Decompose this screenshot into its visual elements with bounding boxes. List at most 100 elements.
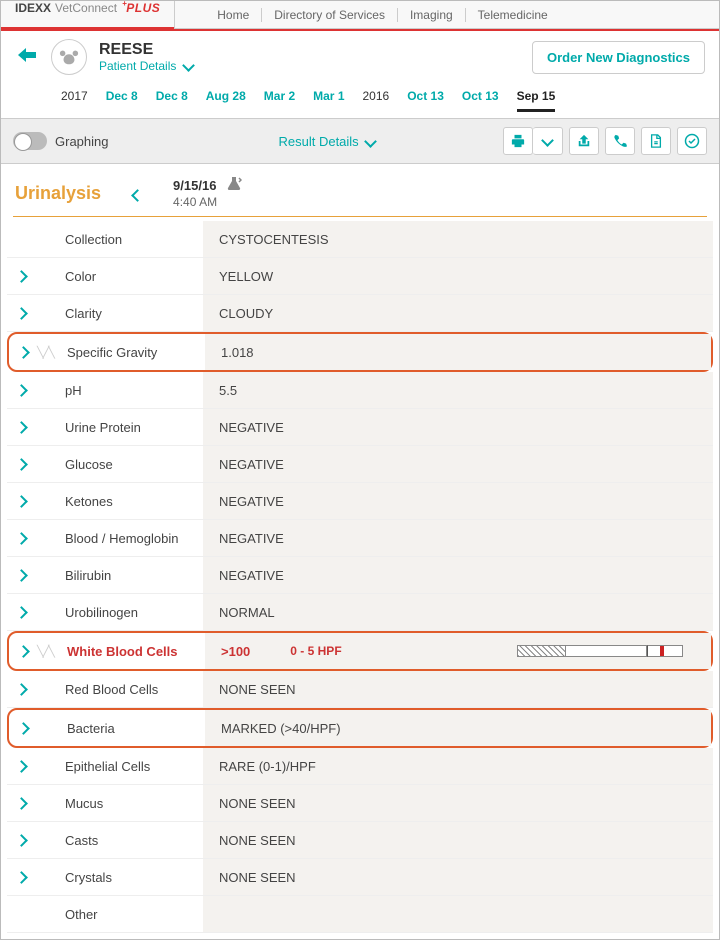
result-row: BacteriaMARKED (>40/HPF)	[7, 708, 713, 748]
result-details-dropdown[interactable]: Result Details	[278, 134, 375, 149]
date-tab[interactable]: Mar 1	[313, 89, 344, 112]
expand-icon[interactable]	[7, 306, 35, 321]
result-row: KetonesNEGATIVE	[7, 483, 713, 520]
expand-icon[interactable]	[7, 796, 35, 811]
chevron-down-icon	[543, 136, 552, 147]
result-value-cell: NEGATIVE	[203, 520, 713, 556]
expand-icon[interactable]	[7, 531, 35, 546]
nav-link[interactable]: Imaging	[398, 8, 466, 22]
year-label: 2016	[363, 89, 390, 112]
result-value-cell: YELLOW	[203, 258, 713, 294]
result-value: YELLOW	[219, 269, 273, 284]
result-value-cell: MARKED (>40/HPF)	[205, 710, 711, 746]
patient-bar: REESE Patient Details Order New Diagnost…	[1, 29, 719, 118]
result-value: NONE SEEN	[219, 870, 296, 885]
share-icon[interactable]	[569, 127, 599, 155]
order-diagnostics-button[interactable]: Order New Diagnostics	[532, 41, 705, 74]
expand-icon[interactable]	[7, 269, 35, 284]
expand-icon[interactable]	[9, 721, 37, 736]
date-tab[interactable]: Oct 13	[462, 89, 499, 112]
result-value-cell: RARE (0-1)/HPF	[203, 748, 713, 784]
analyte-name: Other	[63, 907, 203, 922]
result-value-cell: NEGATIVE	[203, 409, 713, 445]
analyte-name: Glucose	[63, 457, 203, 472]
brand-vetconnect: VetConnect	[55, 1, 117, 15]
result-row: Collection CYSTOCENTESIS	[7, 221, 713, 258]
download-icon[interactable]	[641, 127, 671, 155]
chevron-down-icon	[184, 63, 193, 72]
result-value: NONE SEEN	[219, 796, 296, 811]
result-value-cell: NONE SEEN	[203, 671, 713, 707]
expand-icon[interactable]	[7, 457, 35, 472]
analyte-name: White Blood Cells	[65, 644, 205, 659]
top-nav-links: HomeDirectory of ServicesImagingTelemedi…	[175, 8, 559, 22]
results-content: Urinalysis 9/15/16 4:40 AM Collection CYS…	[1, 164, 719, 939]
result-value-cell: CYSTOCENTESIS	[203, 221, 713, 257]
patient-info: REESE Patient Details	[99, 41, 193, 73]
print-icon[interactable]	[503, 127, 533, 155]
toolbar-actions	[503, 127, 707, 155]
back-arrow-icon[interactable]	[15, 44, 39, 70]
phone-icon[interactable]	[605, 127, 635, 155]
analyte-name: Bilirubin	[63, 568, 203, 583]
date-tab[interactable]: Aug 28	[206, 89, 246, 112]
expand-icon[interactable]	[7, 605, 35, 620]
result-value: NONE SEEN	[219, 833, 296, 848]
patient-details-dropdown[interactable]: Patient Details	[99, 59, 193, 73]
result-value: 5.5	[219, 383, 237, 398]
panel-prev-icon[interactable]	[127, 180, 147, 206]
date-tab[interactable]: Oct 13	[407, 89, 444, 112]
panel-header: Urinalysis 9/15/16 4:40 AM	[7, 176, 713, 216]
result-row: ╲╱╲White Blood Cells>1000 - 5 HPF	[7, 631, 713, 671]
date-tab[interactable]: Dec 8	[106, 89, 138, 112]
date-tab-active[interactable]: Sep 15	[517, 89, 556, 112]
expand-icon[interactable]	[9, 345, 37, 360]
expand-icon[interactable]	[7, 870, 35, 885]
analyte-name: Collection	[63, 232, 203, 247]
result-value-cell	[203, 896, 713, 932]
print-options-dropdown[interactable]	[533, 127, 563, 155]
brand-plus: PLUS	[121, 1, 160, 15]
patient-avatar	[51, 39, 87, 75]
results-toolbar: Graphing Result Details	[1, 118, 719, 164]
result-value-cell: NEGATIVE	[203, 483, 713, 519]
result-value: NEGATIVE	[219, 457, 284, 472]
result-value-cell: NEGATIVE	[203, 446, 713, 482]
panel-divider	[13, 216, 707, 217]
approve-icon[interactable]	[677, 127, 707, 155]
top-nav: IDEXX VetConnect PLUS HomeDirectory of S…	[1, 1, 719, 29]
nav-link[interactable]: Home	[205, 8, 262, 22]
graphing-toggle[interactable]	[13, 132, 47, 150]
result-value-cell: NONE SEEN	[203, 785, 713, 821]
expand-icon[interactable]	[9, 644, 37, 659]
nav-link[interactable]: Telemedicine	[466, 8, 560, 22]
date-tabs: 2017 Dec 8 Dec 8 Aug 28 Mar 2 Mar 1 2016 Oct 13…	[15, 75, 705, 118]
panel-title: Urinalysis	[15, 183, 101, 204]
date-tab[interactable]: Mar 2	[264, 89, 295, 112]
result-value-cell: NORMAL	[203, 594, 713, 630]
year-label: 2017	[61, 89, 88, 112]
result-row: MucusNONE SEEN	[7, 785, 713, 822]
flask-icon	[226, 179, 242, 193]
patient-name: REESE	[99, 41, 193, 59]
expand-icon[interactable]	[7, 682, 35, 697]
date-tab[interactable]: Dec 8	[156, 89, 188, 112]
analyte-name: Urine Protein	[63, 420, 203, 435]
expand-icon[interactable]	[7, 420, 35, 435]
result-row: CrystalsNONE SEEN	[7, 859, 713, 896]
brand-logo[interactable]: IDEXX VetConnect PLUS	[1, 1, 175, 28]
nav-link[interactable]: Directory of Services	[262, 8, 398, 22]
result-value: 1.018	[221, 345, 254, 360]
app-frame: IDEXX VetConnect PLUS HomeDirectory of S…	[0, 0, 720, 940]
result-value: CYSTOCENTESIS	[219, 232, 329, 247]
expand-icon[interactable]	[7, 833, 35, 848]
result-value-cell: >1000 - 5 HPF	[205, 633, 711, 669]
analyte-name: Ketones	[63, 494, 203, 509]
result-row: pH5.5	[7, 372, 713, 409]
expand-icon[interactable]	[7, 383, 35, 398]
result-row: ClarityCLOUDY	[7, 295, 713, 332]
expand-icon[interactable]	[7, 759, 35, 774]
trend-icon: ╲╱╲	[37, 645, 65, 658]
expand-icon[interactable]	[7, 494, 35, 509]
expand-icon[interactable]	[7, 568, 35, 583]
